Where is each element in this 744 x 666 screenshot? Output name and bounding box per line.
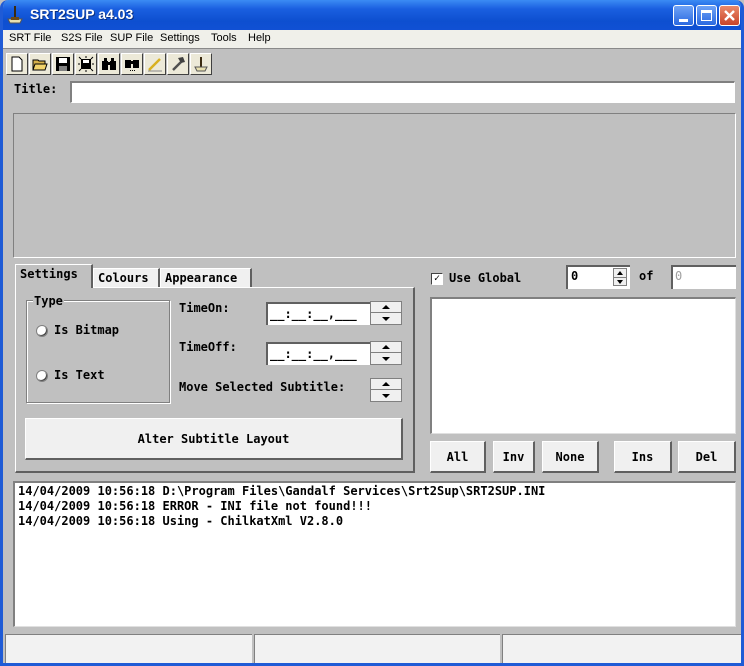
time-off-spinner[interactable] <box>370 341 402 365</box>
menu-s2s-file[interactable]: S2S File <box>61 32 103 44</box>
arrow-down-icon <box>382 317 390 321</box>
menu-settings[interactable]: Settings <box>160 32 200 44</box>
app-icon <box>194 57 208 72</box>
arrow-down-icon <box>382 394 390 398</box>
time-on-label: TimeOn: <box>179 301 230 315</box>
time-on-up-button[interactable] <box>371 302 401 313</box>
arrow-up-icon <box>382 382 390 386</box>
menu-sup-file[interactable]: SUP File <box>110 32 153 44</box>
maximize-icon <box>701 10 712 21</box>
select-all-button[interactable]: All <box>430 441 486 473</box>
tools-button[interactable] <box>167 53 189 75</box>
find-next-button[interactable] <box>121 53 143 75</box>
move-down-button[interactable] <box>371 390 401 401</box>
find-icon <box>102 58 116 70</box>
save-icon <box>56 57 70 71</box>
use-global-label[interactable]: Use Global <box>449 271 521 285</box>
type-group-legend: Type <box>33 294 64 308</box>
arrow-down-icon[interactable] <box>617 280 623 284</box>
edit-pencil-icon <box>148 58 162 72</box>
hammer-icon <box>172 57 185 71</box>
time-on-spinner[interactable] <box>370 301 402 325</box>
subtitle-index-spinner[interactable] <box>613 268 627 286</box>
log-line: 14/04/2009 10:56:18 Using - ChilkatXml V… <box>18 514 344 528</box>
new-document-icon <box>11 56 23 72</box>
save-all-icon <box>78 56 94 72</box>
status-panel-1 <box>5 634 252 663</box>
subtitle-listbox[interactable] <box>430 297 736 434</box>
find-next-icon <box>125 60 139 71</box>
time-on-input[interactable]: __:__:__,___ <box>266 302 372 325</box>
alter-subtitle-layout-button[interactable]: Alter Subtitle Layout <box>25 418 403 460</box>
is-text-radio[interactable] <box>36 370 48 382</box>
edit-button[interactable] <box>144 53 166 75</box>
subtitle-total-field: 0 <box>671 265 736 289</box>
close-button[interactable] <box>719 5 740 26</box>
move-up-button[interactable] <box>371 379 401 390</box>
is-text-label[interactable]: Is Text <box>54 368 105 382</box>
title-label: Title: <box>14 82 58 96</box>
delete-button[interactable]: Del <box>678 441 736 473</box>
menu-tools[interactable]: Tools <box>211 32 237 44</box>
select-none-button[interactable]: None <box>542 441 599 473</box>
time-off-up-button[interactable] <box>371 342 401 353</box>
insert-button[interactable]: Ins <box>614 441 672 473</box>
tab-colours[interactable]: Colours <box>93 268 160 289</box>
status-panel-2 <box>254 634 500 663</box>
time-off-value: __:__:__,___ <box>270 347 357 361</box>
move-selected-subtitle-label: Move Selected Subtitle: <box>179 380 346 394</box>
toolbar <box>3 51 741 76</box>
window-title: SRT2SUP a4.03 <box>30 6 134 22</box>
log-output[interactable]: 14/04/2009 10:56:18 D:\Program Files\Gan… <box>13 481 736 627</box>
time-on-down-button[interactable] <box>371 313 401 324</box>
open-folder-icon <box>32 59 48 71</box>
close-icon <box>724 10 735 21</box>
move-subtitle-spinner[interactable] <box>370 378 402 402</box>
save-all-button[interactable] <box>75 53 97 75</box>
subtitle-preview-area <box>13 113 736 258</box>
app-icon <box>6 5 24 25</box>
menu-help[interactable]: Help <box>248 32 271 44</box>
is-bitmap-radio[interactable] <box>36 325 48 337</box>
is-bitmap-label[interactable]: Is Bitmap <box>54 323 119 337</box>
arrow-up-icon <box>382 305 390 309</box>
status-panel-3 <box>502 634 741 663</box>
tab-appearance[interactable]: Appearance <box>160 268 252 289</box>
log-line: 14/04/2009 10:56:18 ERROR - INI file not… <box>18 499 373 513</box>
minimize-icon <box>679 19 688 22</box>
save-button[interactable] <box>52 53 74 75</box>
maximize-button[interactable] <box>696 5 717 26</box>
title-bar[interactable]: SRT2SUP a4.03 <box>3 0 741 30</box>
arrow-down-icon <box>382 357 390 361</box>
invert-selection-button[interactable]: Inv <box>493 441 535 473</box>
arrow-up-icon[interactable] <box>617 271 623 275</box>
spinner-divider <box>614 277 626 278</box>
time-off-label: TimeOff: <box>179 340 237 354</box>
of-label: of <box>639 269 654 283</box>
menu-bar: SRT File S2S File SUP File Settings Tool… <box>3 30 741 49</box>
minimize-button[interactable] <box>673 5 694 26</box>
new-button[interactable] <box>6 53 28 75</box>
time-off-input[interactable]: __:__:__,___ <box>266 342 372 365</box>
tab-settings[interactable]: Settings <box>15 264 93 288</box>
open-button[interactable] <box>29 53 51 75</box>
title-input[interactable] <box>70 81 735 103</box>
app-tool-button[interactable] <box>190 53 212 75</box>
time-off-down-button[interactable] <box>371 353 401 364</box>
menu-srt-file[interactable]: SRT File <box>9 32 51 44</box>
status-bar <box>3 633 741 663</box>
use-global-checkbox[interactable]: ✓ <box>431 273 443 285</box>
app-window: SRT2SUP a4.03 SRT File S2S File SUP File… <box>0 0 744 666</box>
type-groupbox <box>26 300 170 403</box>
find-button[interactable] <box>98 53 120 75</box>
time-on-value: __:__:__,___ <box>270 307 357 321</box>
arrow-up-icon <box>382 345 390 349</box>
subtitle-total-value: 0 <box>675 269 683 283</box>
subtitle-index-value: 0 <box>571 269 579 283</box>
log-line: 14/04/2009 10:56:18 D:\Program Files\Gan… <box>18 484 546 498</box>
